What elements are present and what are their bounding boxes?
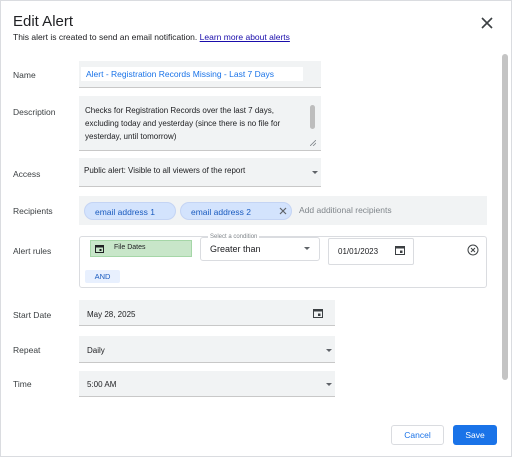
access-value: Public alert: Visible to all viewers of … [84,166,246,175]
edit-alert-dialog: Edit Alert This alert is created to send… [0,0,512,457]
calendar-icon [95,245,104,253]
save-button[interactable]: Save [453,425,497,445]
recipient-chip-label: email address 1 [95,207,156,217]
recipients-label: Recipients [13,206,53,216]
recipient-chip-label: email address 2 [191,207,252,217]
dialog-subtitle: This alert is created to send an email n… [13,32,290,42]
calendar-icon[interactable] [395,245,405,255]
recipient-chip[interactable]: email address 1 [84,202,176,220]
chevron-down-icon [326,349,332,352]
chevron-down-icon [312,171,318,174]
add-recipients-input[interactable]: Add additional recipients [299,205,392,215]
resize-grip-icon[interactable] [310,140,316,146]
time-value: 5:00 AM [87,380,117,389]
condition-floating-label: Select a condition [208,234,260,240]
date-value: 01/01/2023 [338,247,379,256]
repeat-value: Daily [87,346,105,355]
learn-more-link[interactable]: Learn more about alerts [200,32,290,42]
calendar-icon[interactable] [313,308,323,318]
clear-rule-icon[interactable] [467,244,479,256]
access-label: Access [13,169,41,179]
dialog-title: Edit Alert [13,13,74,30]
repeat-label: Repeat [13,345,41,355]
name-input[interactable]: Alert - Registration Records Missing - L… [81,67,303,81]
repeat-select[interactable] [79,336,335,363]
start-date-value: May 28, 2025 [87,310,136,319]
file-dates-label: File Dates [114,244,146,251]
subtitle-text: This alert is created to send an email n… [13,32,198,42]
chevron-down-icon [326,383,332,386]
and-button[interactable]: AND [85,270,120,283]
remove-recipient-icon[interactable] [279,207,287,215]
condition-value: Greater than [210,244,261,254]
recipient-chip[interactable]: email address 2 [180,202,292,220]
close-icon[interactable] [479,15,495,31]
description-input[interactable]: Checks for Registration Records over the… [85,104,301,143]
description-label: Description [13,107,56,117]
time-label: Time [13,379,32,389]
chevron-down-icon [304,247,310,250]
dialog-scrollbar[interactable] [502,54,508,380]
time-select[interactable] [79,371,335,397]
start-date-label: Start Date [13,310,52,320]
description-scrollbar[interactable] [310,105,315,129]
name-label: Name [13,70,36,80]
cancel-button[interactable]: Cancel [391,425,444,445]
alert-rules-label: Alert rules [13,246,52,256]
